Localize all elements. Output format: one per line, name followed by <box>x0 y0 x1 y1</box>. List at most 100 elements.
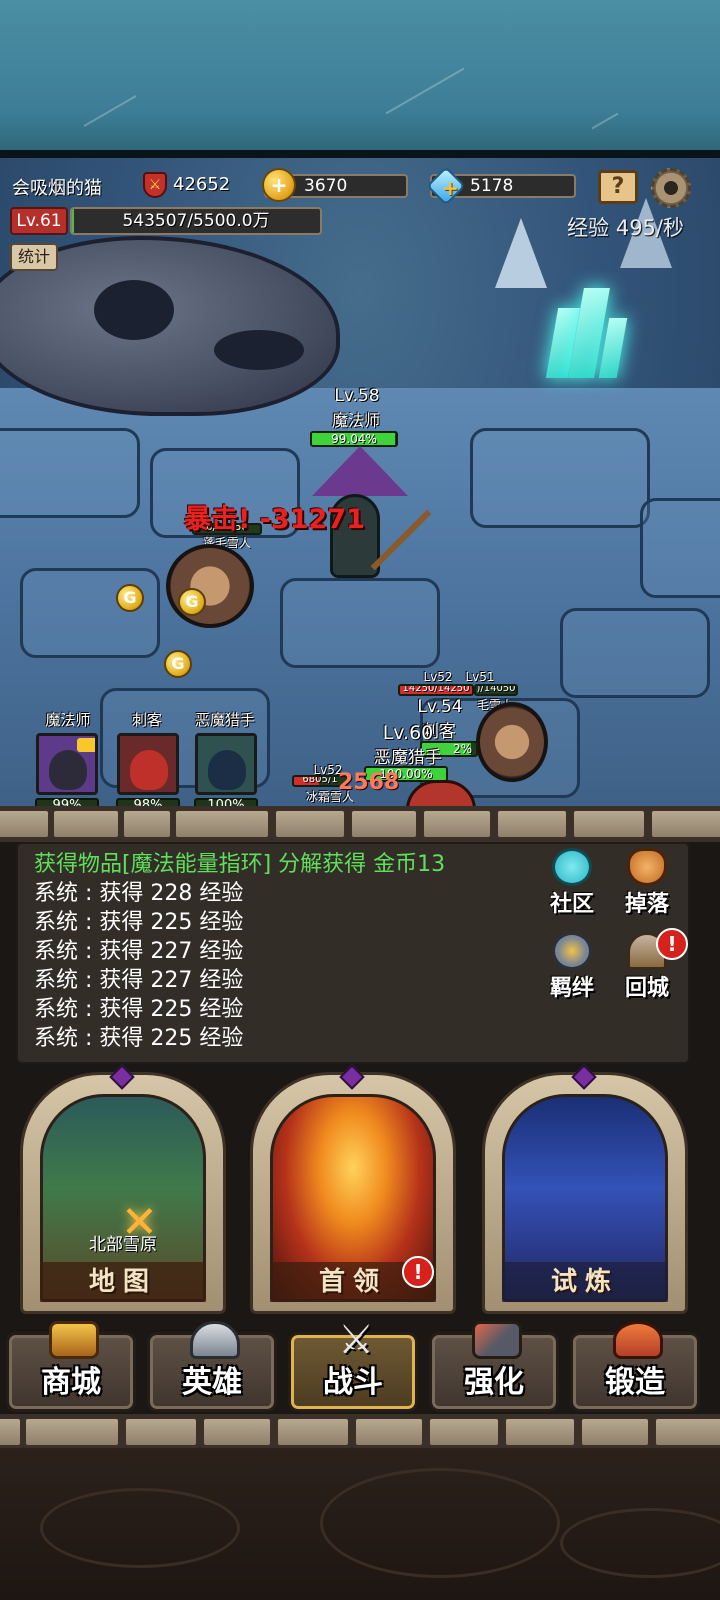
wall-brick <box>350 809 418 839</box>
mage-face <box>49 750 87 790</box>
map-card-label: 地图 <box>40 1262 206 1302</box>
community-button[interactable]: 社区 <box>537 848 607 918</box>
hero-hp-bar: 99.04% <box>310 431 398 447</box>
skull-eye-socket <box>94 280 174 340</box>
wall-brick <box>0 809 50 839</box>
wizard-hat <box>312 446 408 496</box>
wall-brick <box>122 809 172 839</box>
video-camera-icon[interactable] <box>77 738 95 752</box>
critical-damage-text: 暴击! -31271 <box>184 504 365 535</box>
hero-level: Lv.54 <box>417 697 463 717</box>
ground-tile <box>640 498 720 598</box>
gold-amount: 3670 <box>304 176 348 196</box>
drops-button[interactable]: 掉落 <box>612 848 682 918</box>
nav-enhance[interactable]: 强化 <box>429 1321 559 1412</box>
chat-bubble-icon <box>552 848 592 886</box>
wall-brick <box>354 1417 424 1447</box>
treasure-chest-icon <box>49 1321 99 1359</box>
log-line: 系统 : 获得 225 经验 <box>34 997 244 1022</box>
wall-brick <box>124 1417 198 1447</box>
bonds-label: 羁绊 <box>549 976 594 1001</box>
enemy-level: Lv52 <box>423 670 453 684</box>
wall-brick <box>0 1417 22 1447</box>
ground-tile <box>470 428 650 528</box>
question-book-icon[interactable]: ? <box>598 170 638 204</box>
hero-level: Lv.60 <box>382 722 434 744</box>
log-line: 系统 : 获得 227 经验 <box>34 968 244 993</box>
party-member-label: 魔法师 <box>45 711 91 729</box>
nav-forge[interactable]: 锻造 <box>570 1321 700 1412</box>
nav-heroes[interactable]: 英雄 <box>147 1321 277 1412</box>
hammer-anvil-icon <box>472 1321 522 1359</box>
stats-button[interactable]: 统计 <box>10 243 58 271</box>
root-decoration <box>320 1468 560 1578</box>
wall-brick <box>650 809 720 839</box>
ground-tile <box>20 568 160 658</box>
gold-coin-drop[interactable]: G <box>164 650 192 678</box>
wall-brick <box>496 809 568 839</box>
hero-name: 魔法师 <box>331 411 380 430</box>
party-portrait-assassin[interactable] <box>117 733 179 795</box>
log-line: 系统 : 获得 225 经验 <box>34 910 244 935</box>
nav-enhance-label: 强化 <box>464 1365 524 1400</box>
party-member-label: 刺客 <box>131 711 162 729</box>
demon-hunter-face <box>208 750 246 790</box>
loot-message: 获得物品[魔法能量指环] 分解获得 金币13 <box>34 852 446 877</box>
wall-brick <box>24 1417 120 1447</box>
loot-bag-icon <box>627 848 667 886</box>
ground-tile <box>0 428 140 518</box>
boss-alert-badge: ! <box>402 1256 434 1288</box>
ground-tile <box>560 608 710 698</box>
damage-number: 2568 <box>338 770 400 795</box>
xp-rate: 经验 495/秒 <box>567 216 684 240</box>
nav-battle-label: 战斗 <box>323 1365 383 1400</box>
yeti-enemy[interactable] <box>166 544 254 628</box>
yeti-enemy[interactable] <box>476 702 548 782</box>
sword-shield-icon: ⚔ <box>143 172 167 198</box>
skull-jaw <box>214 330 304 370</box>
stone-wall-bottom <box>0 1414 720 1450</box>
community-label: 社区 <box>549 892 594 917</box>
player-level: Lv.61 <box>10 207 68 235</box>
diamond-plus-icon[interactable]: + <box>442 176 459 200</box>
diamond-amount: 5178 <box>470 176 514 196</box>
wall-brick <box>428 1417 500 1447</box>
gold-coin-plus-icon[interactable]: + <box>262 168 296 202</box>
bottom-floor <box>0 1448 720 1600</box>
stone-wall-top <box>0 806 720 842</box>
enemy-hp-text: 14250/14250 <box>402 684 470 694</box>
party-member-label: 恶魔猎手 <box>194 711 255 729</box>
player-name[interactable]: 会吸烟的猫 <box>12 174 102 200</box>
log-line: 系统 : 获得 227 经验 <box>34 939 244 964</box>
trial-card[interactable]: 试炼 <box>482 1064 688 1314</box>
hero-level: Lv.58 <box>334 386 380 406</box>
party-portrait-mage[interactable] <box>36 733 98 795</box>
bonds-button[interactable]: 羁绊 <box>537 932 607 1002</box>
enemy-hp-bar: 14250/14250 <box>398 684 474 696</box>
wind-streak <box>385 67 465 115</box>
combat-power: 42652 <box>173 174 231 195</box>
wall-brick <box>202 1417 272 1447</box>
wall-brick <box>504 1417 576 1447</box>
wall-brick <box>274 809 346 839</box>
hero-name: 恶魔猎手 <box>374 748 442 768</box>
nav-shop[interactable]: 商城 <box>6 1321 136 1412</box>
gold-coin-drop[interactable]: G <box>178 588 206 616</box>
party-portrait-demon-hunter[interactable] <box>195 733 257 795</box>
wall-brick <box>654 1417 720 1447</box>
return-city-alert-badge: ! <box>656 928 688 960</box>
fist-emblem-icon <box>552 932 592 970</box>
gear-icon[interactable] <box>651 168 691 208</box>
map-card[interactable]: ✕ 北部雪原 地图 <box>20 1064 226 1314</box>
return-city-label: 回城 <box>624 976 669 1001</box>
enemy-level: Lv51 <box>465 670 495 684</box>
gold-coin-drop[interactable]: G <box>116 584 144 612</box>
nav-forge-label: 锻造 <box>605 1365 665 1400</box>
viking-helmet-icon <box>190 1321 240 1359</box>
wall-brick <box>572 809 646 839</box>
map-zone-name: 北部雪原 <box>89 1235 157 1255</box>
nav-shop-label: 商城 <box>41 1365 101 1400</box>
nav-battle[interactable]: ⚔ 战斗 <box>288 1320 418 1412</box>
wind-streak <box>83 95 137 127</box>
trial-card-label: 试炼 <box>502 1262 668 1302</box>
